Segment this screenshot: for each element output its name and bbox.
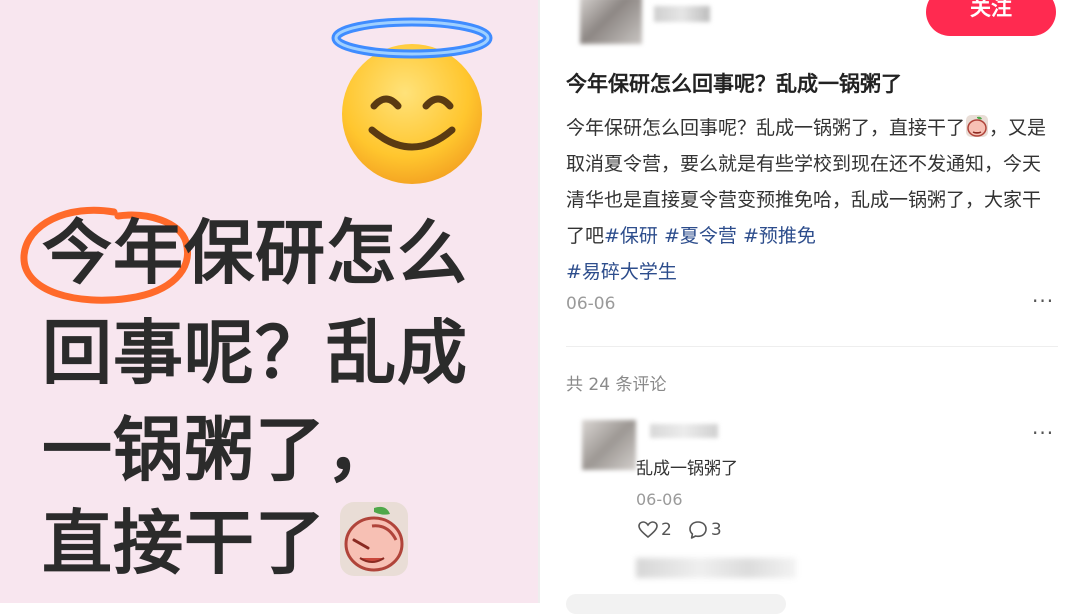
comment-date: 06-06 bbox=[636, 490, 683, 509]
comment-more-button[interactable]: ··· bbox=[1032, 421, 1054, 445]
section-divider bbox=[566, 346, 1058, 347]
hashtag-link[interactable]: #预推免 bbox=[743, 225, 816, 247]
post-date: 06-06 bbox=[566, 294, 616, 314]
hashtag-link[interactable]: #易碎大学生 bbox=[566, 261, 677, 283]
peach-facepalm-emoji-icon bbox=[340, 502, 408, 576]
commenter-avatar[interactable] bbox=[582, 420, 636, 470]
post-title: 今年保研怎么回事呢？乱成一锅粥了 bbox=[566, 72, 902, 96]
heart-icon bbox=[638, 521, 658, 539]
comment-text: 乱成一锅粥了 bbox=[636, 459, 738, 479]
cover-line-1: 今年保研怎么 bbox=[42, 212, 468, 294]
commenter-name-blurred[interactable] bbox=[650, 424, 718, 438]
follow-button[interactable]: 关注 bbox=[926, 0, 1056, 36]
post-body: 今年保研怎么回事呢？乱成一锅粥了，直接干了 ，又是取消夏令营，要么就是有些学校到现… bbox=[566, 110, 1052, 290]
author-avatar[interactable] bbox=[580, 0, 642, 44]
comment-count: 共 24 条评论 bbox=[566, 375, 667, 395]
post-detail-panel: 关注 今年保研怎么回事呢？乱成一锅粥了 今年保研怎么回事呢？乱成一锅粥了，直接干… bbox=[540, 0, 1080, 614]
comment-preview-blurred bbox=[636, 558, 796, 578]
comment-actions: 2 3 bbox=[638, 520, 738, 540]
like-count: 2 bbox=[661, 520, 672, 540]
cover-line-2: 回事呢？乱成 bbox=[42, 312, 468, 394]
author-name-blurred[interactable] bbox=[654, 6, 710, 22]
hashtag-link[interactable]: #保研 bbox=[604, 225, 658, 247]
like-button[interactable]: 2 bbox=[638, 520, 672, 540]
comment-input-bar[interactable] bbox=[566, 594, 786, 614]
post-more-button[interactable]: ··· bbox=[1032, 289, 1054, 313]
cover-line-3: 一锅粥了， bbox=[42, 409, 397, 491]
halo-smile-emoji-icon bbox=[331, 17, 493, 184]
peach-facepalm-inline-icon bbox=[966, 115, 989, 137]
reply-count: 3 bbox=[710, 520, 722, 540]
speech-bubble-icon bbox=[689, 521, 707, 539]
cover-line-4: 直接干了 bbox=[42, 502, 326, 584]
hashtag-link[interactable]: #夏令营 bbox=[664, 225, 737, 247]
reply-button[interactable]: 3 bbox=[688, 520, 722, 540]
post-body-text-1: 今年保研怎么回事呢？乱成一锅粥了，直接干了 bbox=[566, 117, 966, 139]
cover-image[interactable]: 今年保研怎么 回事呢？乱成 一锅粥了， 直接干了 bbox=[0, 0, 538, 603]
